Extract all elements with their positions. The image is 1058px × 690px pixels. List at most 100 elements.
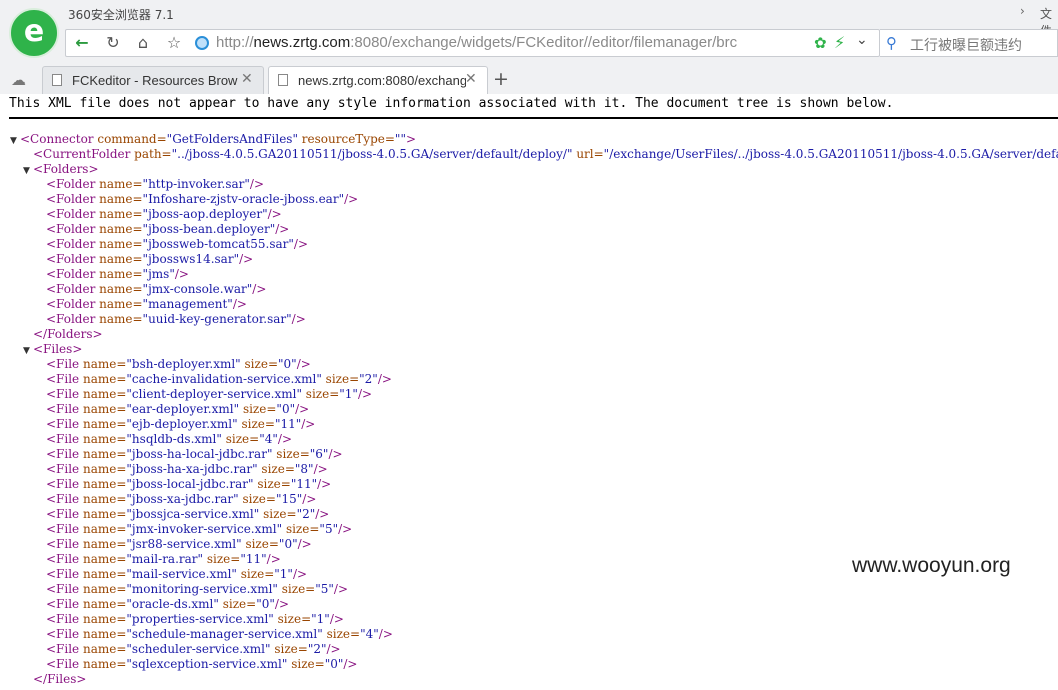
xml-file-row: <File name="ejb-deployer.xml" size="11"/… [0,417,315,432]
xml-file-row: <File name="jmx-invoker-service.xml" siz… [0,522,352,537]
url-scheme: http:// [216,34,254,51]
xml-tag: <Folder [46,282,96,296]
xml-file-row: <File name="jbossjca-service.xml" size="… [0,507,329,522]
xml-folder-row: <Folder name="jbossws14.sar"/> [0,252,253,267]
xml-tag: <File [46,597,80,611]
notice-divider [9,117,1058,119]
xml-file-row: <File name="jboss-ha-local-jdbc.rar" siz… [0,447,343,462]
xml-attr-value: "" [394,132,406,146]
xml-file-row: <File name="ear-deployer.xml" size="0"/> [0,402,309,417]
xml-attr-name: name= [79,552,127,566]
address-bar[interactable]: ← ↻ ⌂ ☆ http://news.zrtg.com:8080/exchan… [65,29,880,57]
close-icon[interactable]: ✕ [465,71,477,87]
xml-attr-value: "scheduler-service.xml" [126,642,271,656]
xml-tag: <Folder [46,222,96,236]
refresh-icon[interactable]: ↻ [100,30,126,56]
xml-attr-value: "5" [315,582,334,596]
xml-folder-row: <Folder name="jms"/> [0,267,189,282]
xml-attr-value: "uuid-key-generator.sar" [142,312,292,326]
browser-logo-icon[interactable]: e [9,8,59,58]
xml-attr-value: "monitoring-service.xml" [126,582,278,596]
xml-attr-value: "5" [319,522,339,536]
xml-attr-value: "GetFoldersAndFiles" [166,132,298,146]
search-box[interactable]: ⚲ 工行被曝巨额违约 [880,29,1058,57]
search-input[interactable]: 工行被曝巨额违约 [910,35,1022,55]
xml-attr-name: url= [572,147,604,161]
xml-folder-row: <Folder name="jboss-aop.deployer"/> [0,207,282,222]
xml-attr-name: name= [95,237,143,251]
xml-tag: <File [46,462,80,476]
xml-tag: /> [274,597,290,611]
xml-attr-name: path= [130,147,172,161]
search-icon[interactable]: ⚲ [886,34,897,52]
cloud-sync-icon[interactable]: ☁ [11,71,26,89]
xml-attr-name: name= [95,282,143,296]
xml-attr-name: name= [79,522,127,536]
url-host: news.zrtg.com [253,34,351,51]
chevron-right-icon[interactable]: › [1020,4,1025,18]
xml-folders-open: ▼ <Folders> [0,162,99,177]
xml-attr-value: "hsqldb-ds.xml" [126,432,222,446]
url-text[interactable]: http://news.zrtg.com:8080/exchange/widge… [216,34,810,51]
xml-tag: > [405,132,417,146]
xml-tag: <File [46,537,80,551]
xml-attr-name: name= [79,492,127,506]
xml-attr-name: name= [95,177,143,191]
close-icon[interactable]: ✕ [241,71,253,87]
tab-xml-response[interactable]: news.zrtg.com:8080/exchang ✕ [268,66,488,94]
xml-file-row: <File name="bsh-deployer.xml" size="0"/> [0,357,311,372]
xml-tag: <File [46,357,80,371]
xml-attr-value: "jmx-invoker-service.xml" [126,522,283,536]
xml-tag: <Connector [20,132,94,146]
xml-attr-value: "jboss-ha-local-jdbc.rar" [126,447,273,461]
tab-bar: ☁ FCKeditor - Resources Brow ✕ news.zrtg… [0,66,1058,94]
xml-attr-name: command= [93,132,167,146]
back-arrow-icon[interactable]: ← [69,30,95,56]
xml-tag: <Files> [33,342,83,356]
tab-title: FCKeditor - Resources Brow [72,73,238,88]
xml-attr-name: name= [95,312,143,326]
xml-tag: </Files> [33,672,87,686]
xml-attr-value: "mail-ra.rar" [126,552,204,566]
xml-tag: /> [338,522,353,536]
compat-mode-icon[interactable]: ✿ [814,34,827,52]
star-icon[interactable]: ☆ [161,30,187,56]
xml-attr-value: "2" [296,507,316,521]
home-icon[interactable]: ⌂ [130,30,156,56]
xml-folder-row: <Folder name="http-invoker.sar"/> [0,177,264,192]
xml-attr-name: name= [95,207,143,221]
xml-attr-name: name= [79,507,127,521]
xml-attr-name: size= [287,657,325,671]
xml-attr-value: "jbossjca-service.xml" [126,507,260,521]
page-content: This XML file does not appear to have an… [0,94,1058,690]
xml-tag: <File [46,627,80,641]
speed-mode-icon[interactable]: ⚡ [834,33,845,52]
xml-tag: <Folder [46,177,96,191]
xml-tag: <File [46,507,80,521]
xml-attr-value: "6" [309,447,329,461]
chevron-down-icon[interactable]: ⌄ [856,32,868,48]
xml-file-row: <File name="cache-invalidation-service.x… [0,372,392,387]
xml-currentfolder-line: <CurrentFolder path="../jboss-4.0.5.GA20… [0,147,1058,162]
xml-attr-name: size= [236,567,275,581]
xml-tag: <File [46,642,80,656]
tab-fckeditor[interactable]: FCKeditor - Resources Brow ✕ [42,66,264,94]
xml-style-notice: This XML file does not appear to have an… [9,96,894,111]
xml-attr-value: "oracle-ds.xml" [126,597,219,611]
xml-attr-name: name= [79,627,127,641]
xml-attr-name: name= [95,267,143,281]
xml-tag: <File [46,387,80,401]
xml-tag: <File [46,402,80,416]
xml-attr-value: "Infoshare-zjstv-oracle-jboss.ear" [142,192,345,206]
xml-attr-name: name= [79,612,127,626]
xml-attr-name: size= [277,582,316,596]
new-tab-plus-icon[interactable]: + [490,67,512,91]
xml-attr-name: name= [79,402,127,416]
xml-attr-value: "0" [278,537,298,551]
xml-attr-name: name= [79,372,127,386]
xml-attr-name: size= [272,447,310,461]
xml-attr-value: "2" [307,642,327,656]
xml-file-row: <File name="schedule-manager-service.xml… [0,627,393,642]
xml-attr-value: "jmx-console.war" [142,282,253,296]
xml-tag: <Folder [46,297,96,311]
